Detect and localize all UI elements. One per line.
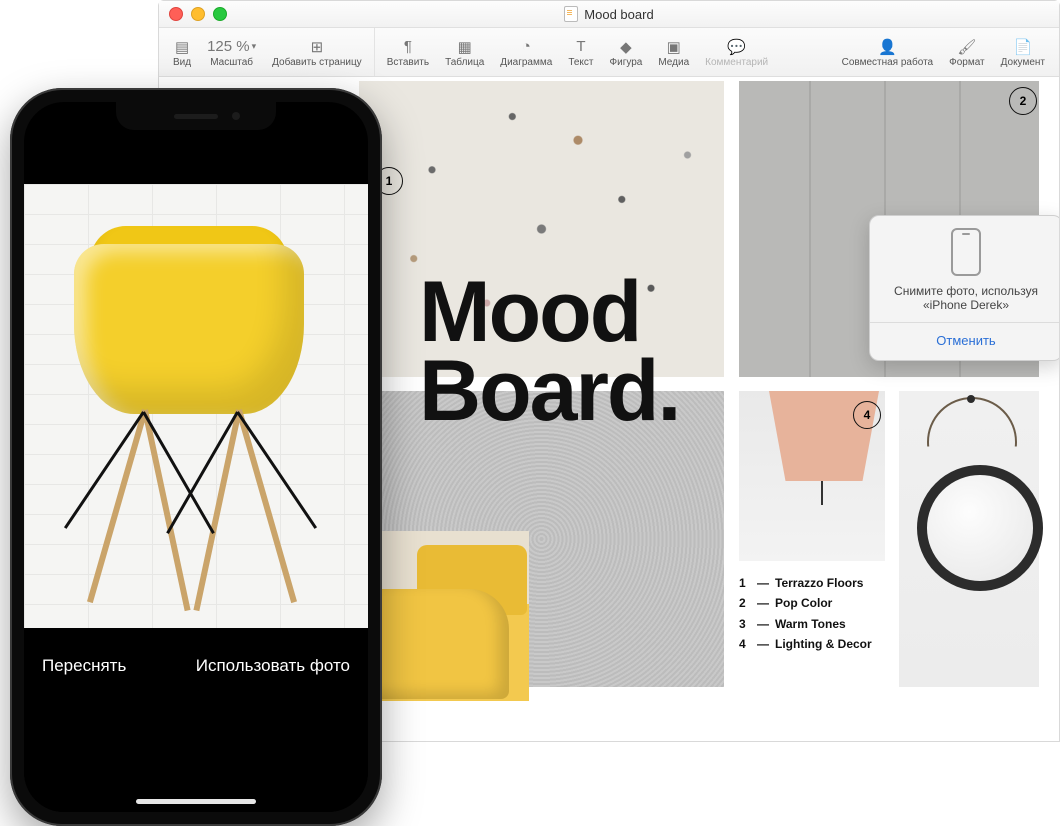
legend-row: 2—Pop Color (739, 593, 872, 613)
camera-preview[interactable] (24, 184, 368, 628)
use-photo-button[interactable]: Использовать фото (196, 656, 350, 676)
retake-button[interactable]: Переснять (42, 656, 126, 676)
lamp-cord (821, 481, 823, 505)
media-button[interactable]: ▣ Медиа (650, 28, 697, 76)
format-button[interactable]: 🖌 Формат (941, 28, 993, 76)
format-icon: 🖌 (957, 37, 976, 57)
iphone-device: Переснять Использовать фото (10, 88, 382, 826)
iphone-screen: Переснять Использовать фото (24, 102, 368, 812)
chair-seat (74, 244, 304, 414)
marker-2[interactable]: 2 (1009, 87, 1037, 115)
media-icon: ▣ (667, 37, 681, 57)
media-label: Медиа (658, 57, 689, 68)
insert-button[interactable]: ¶ Вставить (379, 28, 437, 76)
mirror-ring (917, 465, 1043, 591)
titlebar: Mood board (159, 1, 1059, 28)
marker-4[interactable]: 4 (853, 401, 881, 429)
insert-icon: ¶ (404, 37, 412, 57)
view-label: Вид (173, 57, 191, 68)
window-title: Mood board (159, 6, 1059, 22)
shape-button[interactable]: ◆ Фигура (602, 28, 651, 76)
table-label: Таблица (445, 57, 484, 68)
document-title[interactable]: Mood Board. (419, 273, 679, 431)
view-button[interactable]: ▤ Вид (165, 28, 199, 76)
chart-icon: ◔ (522, 37, 531, 57)
zoom-control[interactable]: 125 %▾ Масштаб (199, 28, 264, 76)
document-icon (564, 6, 578, 22)
title-line2: Board. (419, 343, 679, 439)
home-indicator[interactable] (136, 799, 256, 804)
add-page-icon: ⊞ (311, 37, 324, 57)
document-label: Документ (1001, 57, 1045, 68)
comment-icon: 💬 (727, 37, 746, 57)
legend-row: 1—Terrazzo Floors (739, 573, 872, 593)
collaborate-button[interactable]: 👤 Совместная работа (834, 28, 942, 76)
legend-row: 4—Lighting & Decor (739, 634, 872, 654)
collaborate-label: Совместная работа (842, 57, 934, 68)
comment-label: Комментарий (705, 57, 768, 68)
add-page-button[interactable]: ⊞ Добавить страницу (264, 28, 375, 76)
camera-bottom-bar: Переснять Использовать фото (24, 630, 368, 812)
insert-label: Вставить (387, 57, 429, 68)
shape-icon: ◆ (620, 37, 632, 57)
add-page-label: Добавить страницу (272, 57, 362, 68)
table-icon: ▦ (458, 37, 472, 57)
text-button[interactable]: T Текст (560, 28, 601, 76)
view-icon: ▤ (175, 37, 189, 57)
text-icon: T (576, 37, 585, 57)
chart-label: Диаграмма (500, 57, 552, 68)
continuity-camera-popover: Снимите фото, используя «iPhone Derek» О… (869, 215, 1059, 361)
comment-button[interactable]: 💬 Комментарий (697, 28, 776, 76)
collaborate-icon: 👤 (878, 37, 897, 57)
popover-text: Снимите фото, используя «iPhone Derek» (880, 284, 1052, 312)
table-button[interactable]: ▦ Таблица (437, 28, 492, 76)
document-panel-icon: 📄 (1013, 37, 1032, 57)
zoom-label: Масштаб (210, 57, 253, 68)
format-label: Формат (949, 57, 985, 68)
popover-cancel-button[interactable]: Отменить (880, 329, 1052, 352)
shape-label: Фигура (610, 57, 643, 68)
document-button[interactable]: 📄 Документ (993, 28, 1053, 76)
phone-icon (951, 228, 981, 276)
iphone-notch (116, 102, 276, 130)
mirror-nail (967, 395, 975, 403)
zoom-value: 125 %▾ (207, 37, 256, 57)
legend-row: 3—Warm Tones (739, 614, 872, 634)
text-label: Текст (568, 57, 593, 68)
chart-button[interactable]: ◔ Диаграмма (492, 28, 560, 76)
legend[interactable]: 1—Terrazzo Floors 2—Pop Color 3—Warm Ton… (739, 573, 872, 655)
toolbar: ▤ Вид 125 %▾ Масштаб ⊞ Добавить страницу… (159, 28, 1059, 77)
window-title-text: Mood board (584, 7, 653, 22)
